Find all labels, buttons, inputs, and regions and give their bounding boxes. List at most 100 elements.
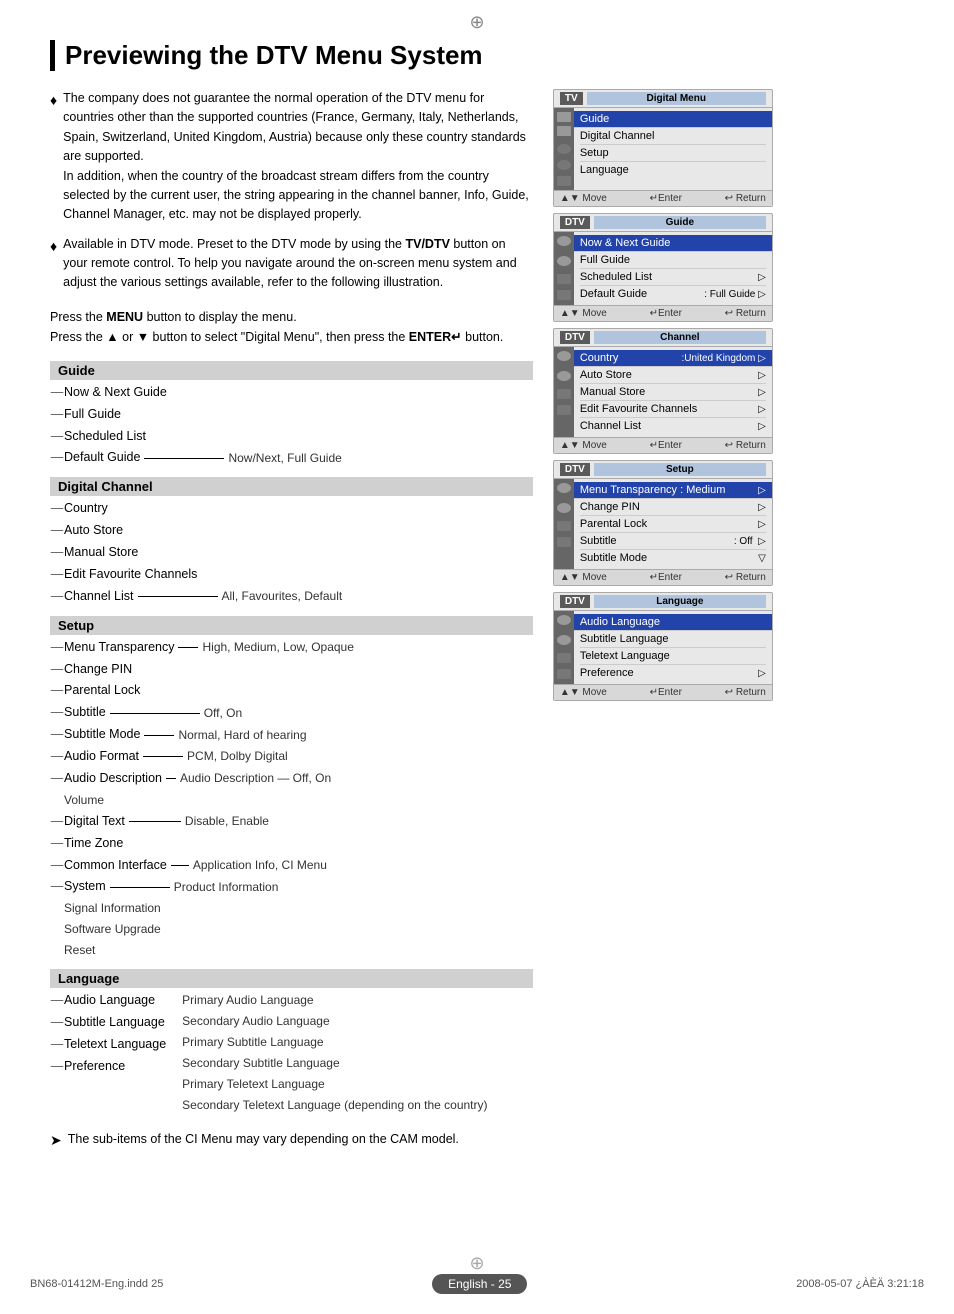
page-footer: BN68-01412M-Eng.indd 25 English - 25 200… bbox=[0, 1274, 954, 1294]
tree-item: — Channel List All, Favourites, Default bbox=[50, 586, 533, 608]
row-label: Channel List bbox=[580, 420, 641, 432]
footer-enter: ↵Enter bbox=[650, 687, 682, 698]
tree-prefix: — bbox=[50, 404, 64, 426]
tree-item: Volume bbox=[50, 790, 533, 811]
tv-icon bbox=[557, 236, 571, 246]
tree-item: Software Upgrade bbox=[50, 919, 533, 940]
tv-icon bbox=[557, 112, 571, 122]
tv-panel-channel: DTV Channel Country :United Kingdom ▷ bbox=[553, 328, 773, 454]
footer-enter: ↵Enter bbox=[650, 440, 682, 451]
tv-icon bbox=[557, 405, 571, 415]
row-label: Preference bbox=[580, 667, 634, 679]
tree-prefix: — bbox=[50, 586, 64, 608]
arrow-label: Reset bbox=[64, 940, 95, 961]
tree-item: — Scheduled List bbox=[50, 426, 533, 448]
tv-panel-body-wrapper: Audio Language Subtitle Language Teletex… bbox=[554, 611, 772, 684]
menu-item-label: Change PIN bbox=[64, 659, 132, 681]
tree-prefix: — bbox=[50, 680, 64, 702]
tree-prefix: — bbox=[50, 447, 64, 469]
tree-item: — System Product Information bbox=[50, 876, 533, 898]
tree-item: — Subtitle Off, On bbox=[50, 702, 533, 724]
row-value: : Full Guide ▷ bbox=[704, 289, 766, 300]
tv-label: DTV bbox=[560, 595, 590, 608]
tree-prefix: — bbox=[50, 702, 64, 724]
tv-panel-row: Menu Transparency : Medium ▷ bbox=[574, 482, 772, 499]
tree-item: — Change PIN bbox=[50, 659, 533, 681]
menu-item-label: Edit Favourite Channels bbox=[64, 564, 197, 586]
tv-panel-row: Now & Next Guide bbox=[574, 235, 772, 252]
tv-panel-body: Now & Next Guide Full Guide Scheduled Li… bbox=[574, 232, 772, 305]
tv-panel-row: Manual Store ▷ bbox=[580, 384, 766, 401]
menu-item-label: Teletext Language bbox=[64, 1034, 166, 1056]
page-title: Previewing the DTV Menu System bbox=[65, 40, 904, 71]
tv-panel-body-wrapper: Guide Digital Channel Setup Language bbox=[554, 108, 772, 190]
footer-enter: ↵Enter bbox=[650, 308, 682, 319]
tv-icon bbox=[557, 256, 571, 266]
menu-item-label: Default Guide bbox=[64, 447, 140, 469]
tv-icon bbox=[557, 615, 571, 625]
menu-item-label: Digital Text bbox=[64, 811, 125, 833]
page-number-badge: English - 25 bbox=[432, 1274, 527, 1294]
tv-panel-footer: ▲▼ Move ↵Enter ↩ Return bbox=[554, 305, 772, 321]
menu-item-label: Menu Transparency bbox=[64, 637, 174, 659]
arrow-label: Signal Information bbox=[64, 898, 161, 919]
row-value: : Off ▷ bbox=[734, 536, 766, 547]
menu-item-label: Preference bbox=[64, 1056, 125, 1078]
menu-item-label: Manual Store bbox=[64, 542, 138, 564]
tv-panel-body: Country :United Kingdom ▷ Auto Store ▷ M… bbox=[574, 347, 772, 437]
menu-item-label: Now & Next Guide bbox=[64, 382, 167, 404]
tree-item: Signal Information bbox=[50, 898, 533, 919]
row-label: Digital Channel bbox=[580, 130, 655, 142]
bottom-note-text: The sub-items of the CI Menu may vary de… bbox=[68, 1132, 459, 1146]
footer-move: ▲▼ Move bbox=[560, 687, 607, 698]
tv-panel-row: Audio Language bbox=[574, 614, 772, 631]
tree-item: — Audio Format PCM, Dolby Digital bbox=[50, 746, 533, 768]
menu-item-label: System bbox=[64, 876, 106, 898]
tv-icon bbox=[557, 503, 571, 513]
content-columns: ♦ The company does not guarantee the nor… bbox=[50, 89, 904, 1149]
left-column: ♦ The company does not guarantee the nor… bbox=[50, 89, 533, 1149]
menu-tree-setup: — Menu Transparency High, Medium, Low, O… bbox=[50, 637, 533, 962]
tv-label: TV bbox=[560, 92, 583, 105]
tv-panel-row: Default Guide : Full Guide ▷ bbox=[580, 286, 766, 302]
tree-item: — Menu Transparency High, Medium, Low, O… bbox=[50, 637, 533, 659]
row-label: Teletext Language bbox=[580, 650, 670, 662]
tree-prefix: — bbox=[50, 637, 64, 659]
tree-item: — Audio Language bbox=[50, 990, 166, 1012]
tv-icon bbox=[557, 160, 571, 170]
tree-prefix: — bbox=[50, 746, 64, 768]
footer-enter: ↵Enter bbox=[650, 572, 682, 583]
tv-label: DTV bbox=[560, 463, 590, 476]
menu-item-label: Channel List bbox=[64, 586, 134, 608]
tv-icon bbox=[557, 537, 571, 547]
tv-icons-left bbox=[554, 108, 574, 190]
menu-group-setup: Setup — Menu Transparency High, Medium, … bbox=[50, 616, 533, 962]
footer-enter: ↵Enter bbox=[650, 193, 682, 204]
tv-icon bbox=[557, 635, 571, 645]
arrow-label: Volume bbox=[64, 790, 104, 811]
tv-panel-footer: ▲▼ Move ↵Enter ↩ Return bbox=[554, 437, 772, 453]
tv-label: DTV bbox=[560, 331, 590, 344]
arrow-label: Primary Subtitle Language bbox=[182, 1032, 487, 1053]
bullet-text-1: The company does not guarantee the norma… bbox=[63, 89, 533, 225]
tree-prefix: — bbox=[50, 382, 64, 404]
tree-item: — Manual Store bbox=[50, 542, 533, 564]
tv-panel-body: Menu Transparency : Medium ▷ Change PIN … bbox=[574, 479, 772, 569]
tv-panel-row: Parental Lock ▷ bbox=[580, 516, 766, 533]
tv-panel-row-digital-channel: Digital Channel bbox=[580, 128, 766, 145]
arrow-label: Product Information bbox=[174, 877, 279, 898]
tv-icon bbox=[557, 483, 571, 493]
menu-tree-digital-channel: — Country — Auto Store — Manual Store — … bbox=[50, 498, 533, 607]
arrow-label: Application Info, CI Menu bbox=[193, 855, 327, 876]
arrow-label: Audio Description — Off, On bbox=[180, 768, 331, 789]
tree-item: — Parental Lock bbox=[50, 680, 533, 702]
menu-tree-language: — Audio Language — Subtitle Language — T… bbox=[50, 990, 166, 1116]
tv-icon bbox=[557, 389, 571, 399]
tv-icons-left bbox=[554, 611, 574, 684]
menu-item-label: Parental Lock bbox=[64, 680, 140, 702]
footer-move: ▲▼ Move bbox=[560, 440, 607, 451]
row-label: Guide bbox=[580, 113, 609, 125]
arrow-label: Primary Audio Language bbox=[182, 990, 487, 1011]
row-label: Language bbox=[580, 164, 629, 176]
footer-return: ↩ Return bbox=[725, 440, 766, 451]
